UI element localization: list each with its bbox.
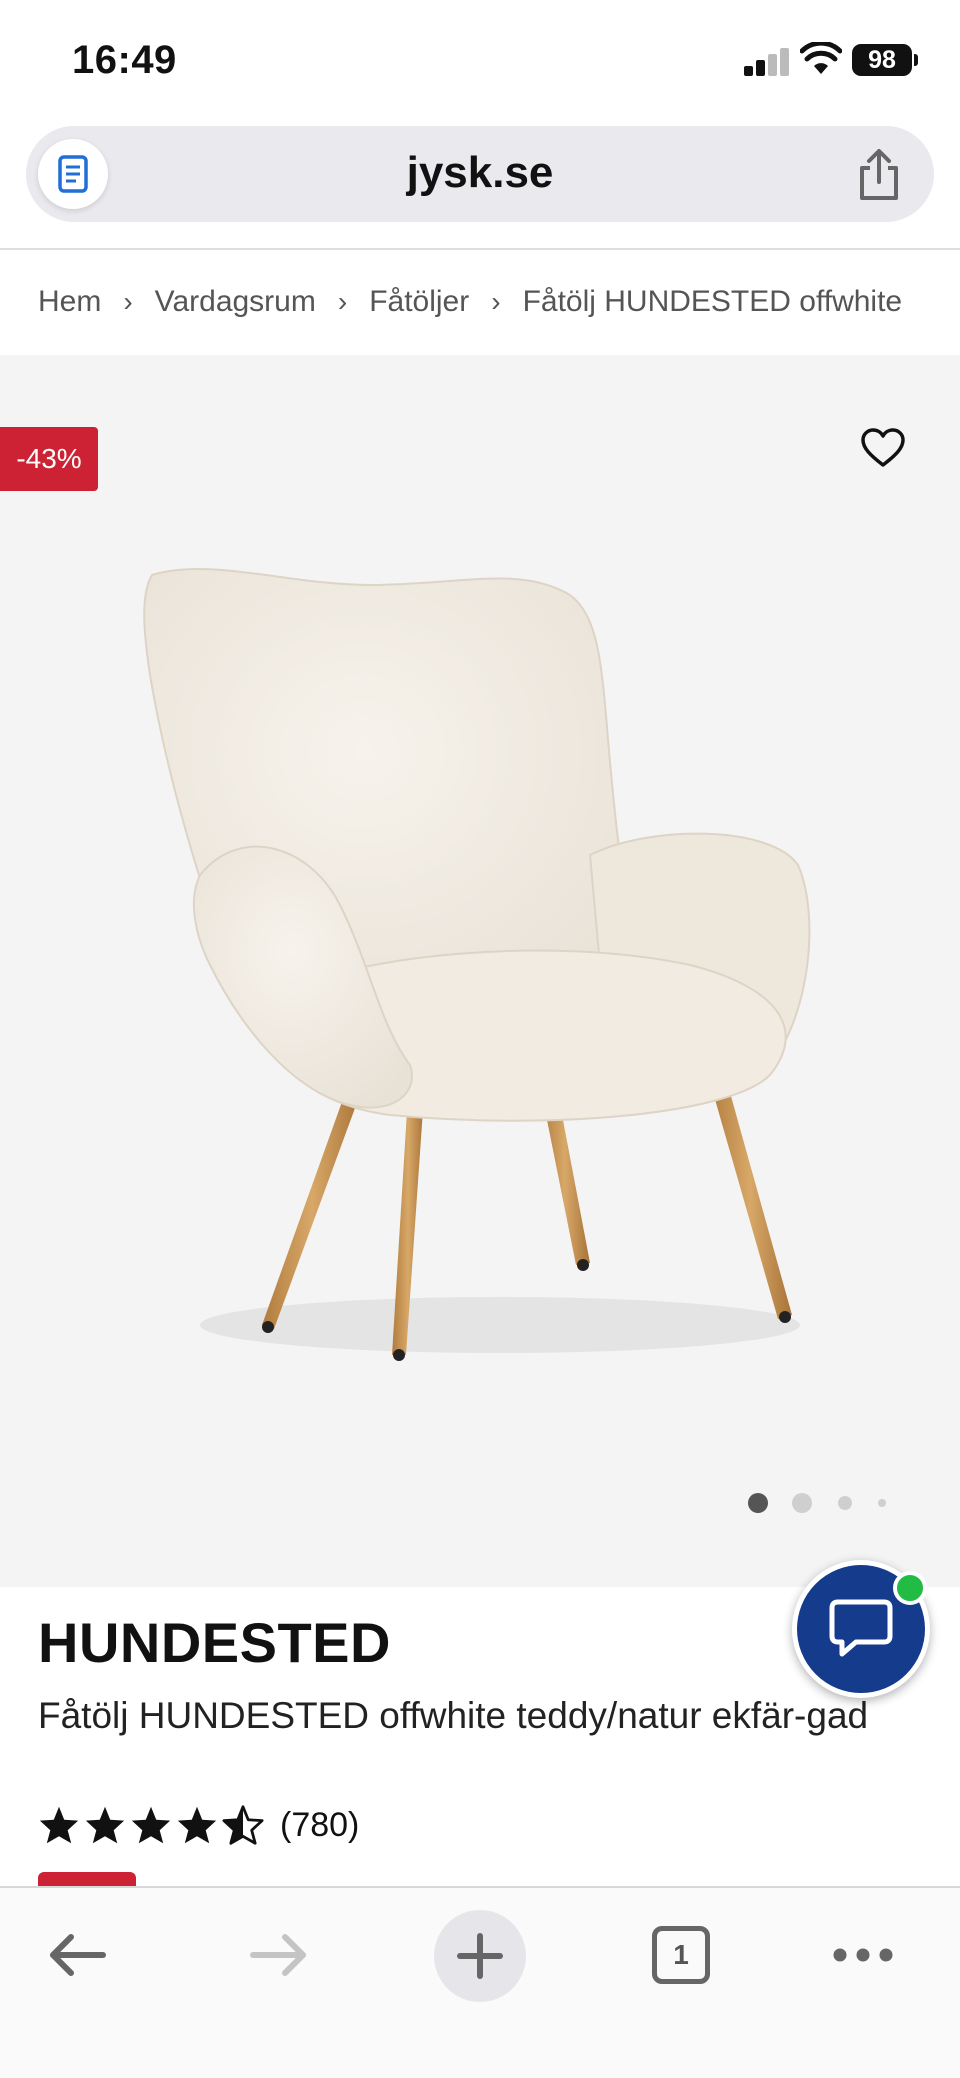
- plus-icon: [457, 1933, 503, 1979]
- star-half-icon: [222, 1805, 264, 1845]
- arrow-left-icon: [50, 1934, 106, 1976]
- star-full-icon: [177, 1806, 217, 1844]
- new-tab-button[interactable]: [434, 1910, 526, 2002]
- breadcrumb-item-current[interactable]: Fåtölj HUNDESTED offwhite: [523, 285, 903, 319]
- chevron-right-icon: ›: [491, 286, 501, 317]
- share-icon[interactable]: [852, 146, 906, 202]
- back-button[interactable]: [32, 1910, 122, 2000]
- breadcrumb: Hem › Vardagsrum › Fåtöljer › Fåtölj HUN…: [38, 282, 960, 322]
- chat-bubble-icon: [829, 1599, 893, 1657]
- address-bar[interactable]: jysk.se: [26, 126, 934, 222]
- breadcrumb-item-vardagsrum[interactable]: Vardagsrum: [155, 285, 316, 319]
- star-full-icon: [85, 1806, 125, 1844]
- carousel-dot[interactable]: [838, 1496, 852, 1510]
- rating-stars: [38, 1805, 264, 1845]
- tab-count: 1: [652, 1926, 710, 1984]
- status-time: 16:49: [72, 38, 177, 82]
- cellular-signal-icon: [744, 46, 790, 76]
- price-tag: [38, 1872, 136, 1886]
- carousel-dot[interactable]: [878, 1499, 886, 1507]
- chat-button[interactable]: [792, 1560, 930, 1698]
- more-icon: [833, 1948, 893, 1962]
- armchair-image: [143, 567, 811, 1361]
- product-name: HUNDESTED: [38, 1611, 391, 1674]
- carousel-dot-active[interactable]: [748, 1493, 768, 1513]
- breadcrumb-item-hem[interactable]: Hem: [38, 285, 101, 319]
- wifi-icon: [800, 42, 842, 74]
- tabs-button[interactable]: 1: [636, 1910, 726, 2000]
- product-image-gallery[interactable]: -43%: [0, 355, 960, 1587]
- battery-indicator: 98: [852, 44, 918, 76]
- carousel-dot[interactable]: [792, 1493, 812, 1513]
- rating-count[interactable]: (780): [280, 1806, 359, 1845]
- divider: [0, 248, 960, 250]
- star-full-icon: [39, 1806, 79, 1844]
- discount-badge: -43%: [0, 427, 98, 491]
- forward-button[interactable]: [234, 1910, 324, 2000]
- star-full-icon: [131, 1806, 171, 1844]
- image-carousel-indicator[interactable]: [748, 1491, 928, 1515]
- online-status-dot: [893, 1571, 927, 1605]
- breadcrumb-item-fatoljer[interactable]: Fåtöljer: [369, 285, 469, 319]
- chevron-right-icon: ›: [123, 286, 133, 317]
- chevron-right-icon: ›: [337, 286, 348, 317]
- url-text[interactable]: jysk.se: [26, 148, 934, 198]
- browser-toolbar: 1: [0, 1886, 960, 2078]
- status-bar: 16:49 98: [0, 0, 960, 120]
- product-rating[interactable]: (780): [38, 1800, 359, 1850]
- heart-outline-icon[interactable]: [860, 427, 906, 469]
- arrow-right-icon: [250, 1934, 306, 1976]
- product-description: Fåtölj HUNDESTED offwhite teddy/natur ek…: [38, 1695, 869, 1736]
- more-button[interactable]: [818, 1910, 908, 2000]
